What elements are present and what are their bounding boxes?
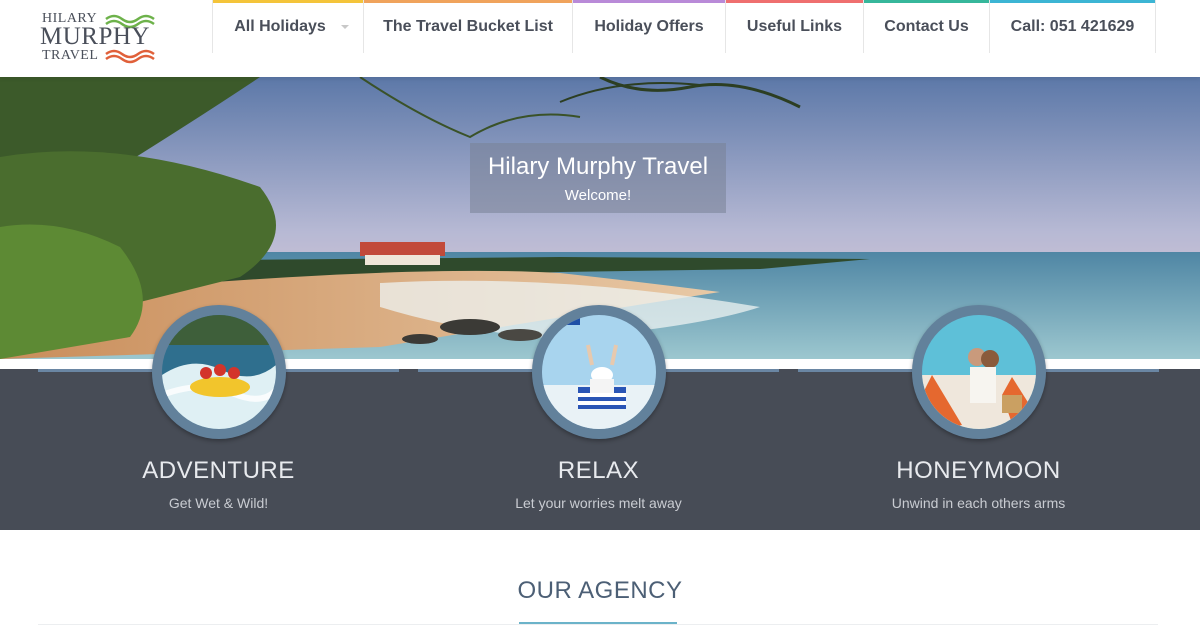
section-title-underline <box>519 622 677 624</box>
nav-label: Useful Links <box>746 17 843 35</box>
feature-title: ADVENTURE <box>142 457 295 484</box>
nav-color-bar <box>990 0 1155 3</box>
logo-line-2: MURPHY <box>40 23 150 50</box>
honeymoon-image[interactable] <box>912 305 1046 439</box>
section-divider <box>38 624 1158 625</box>
nav-color-bar <box>726 0 863 3</box>
nav-color-bar <box>573 0 725 3</box>
nav-holiday-offers[interactable]: Holiday Offers <box>572 0 725 53</box>
section-title-agency: OUR AGENCY <box>517 577 683 604</box>
adventure-image[interactable] <box>152 305 286 439</box>
main-nav: All Holidays The Travel Bucket List Holi… <box>212 0 1156 53</box>
nav-label: Call: 051 421629 <box>1010 17 1135 35</box>
logo[interactable]: HILARY MURPHY TRAVEL <box>40 10 164 66</box>
nav-contact-us[interactable]: Contact Us <box>863 0 989 53</box>
feature-title: HONEYMOON <box>896 457 1061 484</box>
hero-title: Hilary Murphy Travel <box>487 153 709 180</box>
beach-chair-icon <box>542 315 656 429</box>
nav-color-bar <box>864 0 989 3</box>
chevron-down-icon <box>341 25 349 29</box>
rafting-icon <box>162 315 276 429</box>
hero-subtitle: Welcome! <box>564 187 632 204</box>
site-header: HILARY MURPHY TRAVEL All Holidays The Tr… <box>0 0 1200 77</box>
nav-label: The Travel Bucket List <box>383 17 553 35</box>
nav-useful-links[interactable]: Useful Links <box>725 0 863 53</box>
nav-travel-bucket-list[interactable]: The Travel Bucket List <box>363 0 572 53</box>
nav-label: Contact Us <box>884 17 969 35</box>
nav-label: All Holidays <box>234 17 326 35</box>
nav-color-bar <box>213 0 363 3</box>
nav-all-holidays[interactable]: All Holidays <box>212 0 363 53</box>
relax-image[interactable] <box>532 305 666 439</box>
logo-line-3: TRAVEL <box>42 48 99 63</box>
feature-subtitle: Let your worries melt away <box>515 495 682 511</box>
feature-subtitle: Get Wet & Wild! <box>168 495 269 511</box>
feature-title: RELAX <box>557 457 640 484</box>
feature-subtitle: Unwind in each others arms <box>891 495 1066 511</box>
hero-caption: Hilary Murphy Travel Welcome! <box>470 143 726 213</box>
nav-color-bar <box>364 0 572 3</box>
nav-label: Holiday Offers <box>594 17 704 35</box>
couple-icon <box>922 315 1036 429</box>
nav-call[interactable]: Call: 051 421629 <box>989 0 1156 53</box>
